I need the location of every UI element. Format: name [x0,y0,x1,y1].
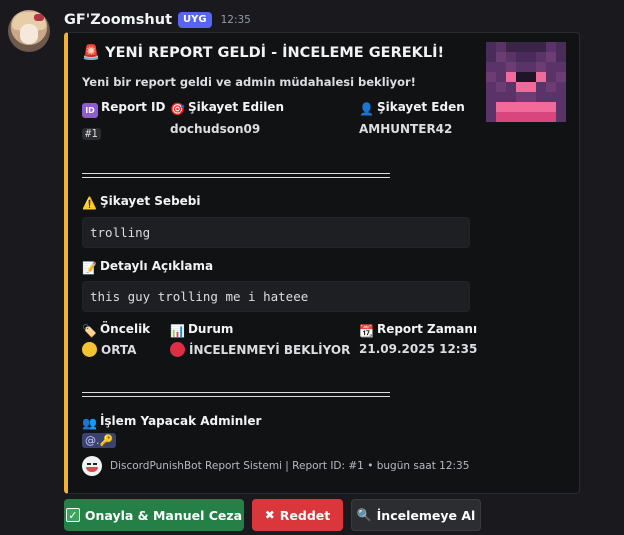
target-icon: 🎯 [170,102,185,116]
id-icon: ID [82,103,98,118]
field-time-name: 📆 Report Zamanı [359,322,477,338]
search-icon: 🔍 [356,508,372,522]
message-header: GF'Zoomshut UYG 12:35 [64,10,251,30]
field-status-name: 📊 Durum [170,322,233,338]
bot-avatar-icon [82,456,102,476]
field-label: Şikayet Eden [376,100,465,114]
memo-icon: 📝 [82,261,97,275]
check-icon: ✓ [65,508,80,522]
users-icon: 👥 [82,416,97,430]
username[interactable]: GF'Zoomshut [64,12,172,28]
embed-footer: DiscordPunishBot Report Sistemi | Report… [110,460,470,472]
admin-mention[interactable]: @.🔑 [82,433,117,448]
label-icon: 🏷️ [82,324,97,338]
embed-title: 🚨 YENİ REPORT GELDİ - İNCELEME GEREKLİ! [82,45,445,61]
report-thumbnail-image[interactable] [486,42,566,122]
field-report-id-value: #1 [82,122,101,141]
chart-icon: 📊 [170,324,185,338]
user-avatar[interactable] [8,10,50,52]
field-label: Şikayet Sebebi [99,194,201,208]
reason-codeblock: trolling [82,217,470,248]
field-admins-name: 👥 İşlem Yapacak Adminler [82,414,261,430]
field-reporter-value: AMHUNTER42 [359,122,453,136]
field-reason-name: ⚠️ Şikayet Sebebi [82,194,201,210]
field-label: Öncelik [99,322,151,336]
message-timestamp[interactable]: 12:35 [221,14,251,26]
field-priority-name: 🏷️ Öncelik [82,322,150,338]
divider-line [82,392,390,397]
review-label: İncelemeye Al [376,507,476,523]
detail-codeblock: this guy trolling me i hateee [82,281,470,312]
field-label: Report Zamanı [376,322,478,336]
report-embed: 🚨 YENİ REPORT GELDİ - İNCELEME GEREKLİ! … [64,32,580,494]
field-label: Durum [187,322,234,336]
reject-button[interactable]: ✖ Reddet [252,499,343,531]
field-label: Report ID [101,100,166,114]
user-icon: 👤 [359,102,374,116]
field-reported-value: dochudson09 [170,122,261,136]
approve-label: Onayla & Manuel Ceza [84,507,243,523]
priority-text: ORTA [101,343,137,357]
field-priority-value: ORTA [82,342,136,357]
embed-description: Yeni bir report geldi ve admin müdahales… [82,75,416,89]
avatar-bow [34,14,44,21]
field-reported-name: 🎯 Şikayet Edilen [170,100,284,116]
report-id-code: #1 [82,128,101,140]
avatar-face [20,24,38,44]
red-circle-icon [170,342,185,357]
field-label: İşlem Yapacak Adminler [99,414,262,428]
approve-button[interactable]: ✓ Onayla & Manuel Ceza [64,499,244,531]
status-text: İNCELENMEYİ BEKLİYOR [189,343,351,357]
cross-icon: ✖ [264,508,275,522]
field-report-id-name: ID Report ID [82,100,165,118]
role-badge[interactable]: UYG [178,12,212,28]
field-time-value: 21.09.2025 12:35 [359,342,478,356]
review-button[interactable]: 🔍 İncelemeye Al [351,499,481,531]
field-detail-name: 📝 Detaylı Açıklama [82,259,213,275]
field-status-value: İNCELENMEYİ BEKLİYOR [170,342,350,357]
divider-line [82,173,390,178]
field-reporter-name: 👤 Şikayet Eden [359,100,465,116]
field-label: Detaylı Açıklama [99,259,214,273]
warning-icon: ⚠️ [82,196,97,210]
reject-label: Reddet [279,507,331,523]
field-label: Şikayet Edilen [187,100,284,114]
yellow-circle-icon [82,342,97,357]
calendar-icon: 📆 [359,324,374,338]
